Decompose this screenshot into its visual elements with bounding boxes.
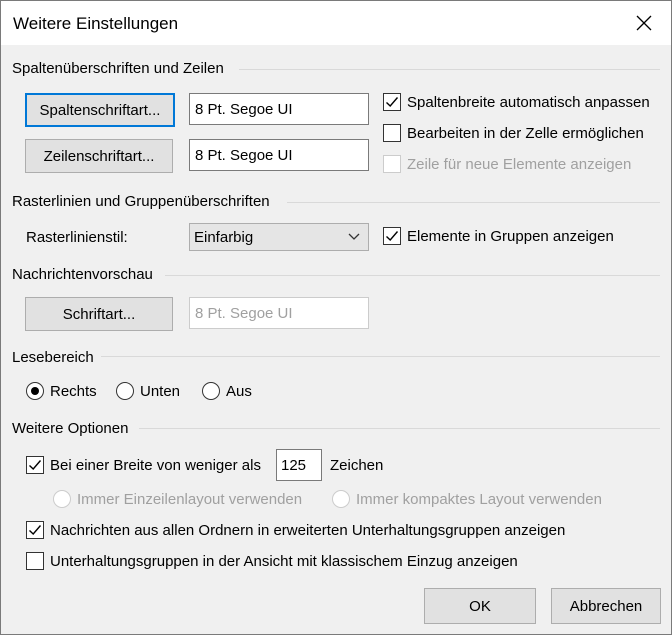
checkmark-icon: [29, 460, 42, 471]
checkbox-box: [383, 155, 401, 173]
section-divider: [239, 69, 660, 70]
width-threshold-input[interactable]: 125: [276, 449, 322, 481]
radio-reading-right[interactable]: Rechts: [26, 382, 97, 400]
inplace-edit-checkbox[interactable]: Bearbeiten in der Zelle ermöglichen: [383, 124, 644, 142]
radio-circle: [53, 490, 71, 508]
gridline-style-value: Einfarbig: [194, 228, 254, 246]
radio-compact-label: Immer kompaktes Layout verwenden: [356, 490, 602, 508]
row-font-field: 8 Pt. Segoe UI: [189, 139, 369, 171]
all-folders-label: Nachrichten aus allen Ordnern in erweite…: [50, 521, 566, 539]
close-button[interactable]: [625, 5, 663, 41]
radio-circle: [332, 490, 350, 508]
width-threshold-label: Bei einer Breite von weniger als: [50, 456, 261, 474]
radio-reading-off[interactable]: Aus: [202, 382, 252, 400]
preview-font-field: 8 Pt. Segoe UI: [189, 297, 369, 329]
dialog-title: Weitere Einstellungen: [13, 14, 179, 33]
width-threshold-checkbox[interactable]: Bei einer Breite von weniger als: [26, 456, 261, 474]
section-more-options-heading: Weitere Optionen: [12, 420, 129, 437]
checkmark-icon: [29, 525, 42, 536]
new-row-label: Zeile für neue Elemente anzeigen: [407, 155, 632, 173]
section-reading-pane-heading: Lesebereich: [12, 349, 94, 366]
show-groups-label: Elemente in Gruppen anzeigen: [407, 227, 614, 245]
radio-selected-dot: [31, 387, 39, 395]
radio-circle: [202, 382, 220, 400]
radio-compact-layout[interactable]: Immer kompaktes Layout verwenden: [332, 490, 602, 508]
cancel-button[interactable]: Abbrechen: [551, 588, 661, 624]
radio-reading-bottom-label: Unten: [140, 382, 181, 400]
close-icon: [636, 15, 652, 31]
checkbox-box: [26, 456, 44, 474]
gridline-style-select[interactable]: Einfarbig: [189, 223, 369, 251]
section-preview-heading: Nachrichtenvorschau: [12, 266, 153, 283]
width-threshold-unit: Zeichen: [330, 457, 384, 474]
radio-single-line-label: Immer Einzeilenlayout verwenden: [77, 490, 303, 508]
radio-reading-off-label: Aus: [226, 382, 252, 400]
column-font-field: 8 Pt. Segoe UI: [189, 93, 369, 125]
title-bar: Weitere Einstellungen: [1, 1, 671, 45]
section-grid-heading: Rasterlinien und Gruppenüberschriften: [12, 193, 270, 210]
preview-font-button[interactable]: Schriftart...: [25, 297, 173, 331]
radio-single-line-layout[interactable]: Immer Einzeilenlayout verwenden: [53, 490, 302, 508]
radio-circle: [116, 382, 134, 400]
classic-indent-label: Unterhaltungsgruppen in der Ansicht mit …: [50, 552, 518, 570]
section-columns-heading: Spaltenüberschriften und Zeilen: [12, 60, 224, 77]
gridline-style-label: Rasterlinienstil:: [26, 229, 128, 246]
section-divider: [101, 356, 660, 357]
classic-indent-checkbox[interactable]: Unterhaltungsgruppen in der Ansicht mit …: [26, 552, 518, 570]
checkmark-icon: [386, 231, 399, 242]
section-divider: [287, 202, 660, 203]
radio-circle: [26, 382, 44, 400]
section-divider: [139, 428, 660, 429]
autofit-label: Spaltenbreite automatisch anpassen: [407, 93, 650, 111]
checkbox-box: [383, 227, 401, 245]
autofit-checkbox[interactable]: Spaltenbreite automatisch anpassen: [383, 93, 650, 111]
checkbox-box: [26, 521, 44, 539]
column-font-button[interactable]: Spaltenschriftart...: [25, 93, 175, 127]
row-font-button[interactable]: Zeilenschriftart...: [25, 139, 173, 173]
inplace-edit-label: Bearbeiten in der Zelle ermöglichen: [407, 124, 644, 142]
all-folders-checkbox[interactable]: Nachrichten aus allen Ordnern in erweite…: [26, 521, 565, 539]
radio-reading-right-label: Rechts: [50, 382, 97, 400]
show-groups-checkbox[interactable]: Elemente in Gruppen anzeigen: [383, 227, 614, 245]
checkbox-box: [383, 93, 401, 111]
checkbox-box: [383, 124, 401, 142]
ok-button[interactable]: OK: [424, 588, 536, 624]
checkbox-box: [26, 552, 44, 570]
radio-reading-bottom[interactable]: Unten: [116, 382, 180, 400]
new-row-checkbox[interactable]: Zeile für neue Elemente anzeigen: [383, 155, 631, 173]
chevron-down-icon: [348, 233, 360, 240]
more-settings-dialog: Weitere Einstellungen Spaltenüberschrift…: [0, 0, 672, 635]
section-divider: [165, 275, 660, 276]
checkmark-icon: [386, 97, 399, 108]
